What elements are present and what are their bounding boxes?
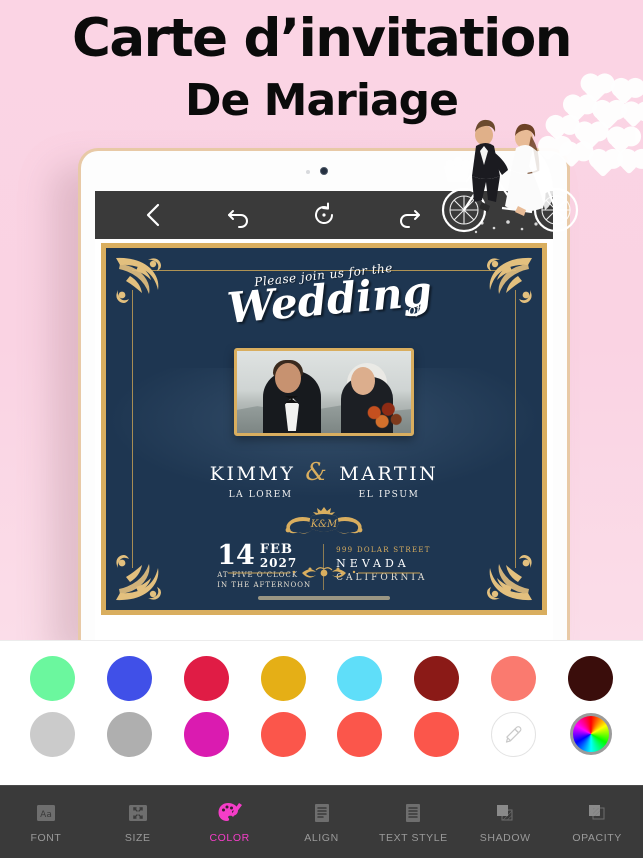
redo-arrow-icon[interactable]: [394, 200, 424, 230]
shadow-squares-icon: [492, 800, 518, 826]
photo-bouquet: [361, 399, 405, 433]
color-swatch-mint-green[interactable]: [29, 655, 75, 701]
color-palette-panel[interactable]: [0, 640, 643, 785]
tab-text-style-label: TEXT STYLE: [378, 832, 448, 844]
event-day[interactable]: 14: [217, 542, 255, 569]
color-swatch-crimson[interactable]: [183, 655, 229, 701]
tab-shadow[interactable]: SHADOW: [459, 800, 551, 844]
tab-opacity-label: OPACITY: [572, 832, 622, 844]
svg-text:K&M: K&M: [310, 519, 338, 530]
of-text[interactable]: of: [408, 302, 422, 318]
undo-arrow-icon[interactable]: [224, 200, 254, 230]
editor-tabbar[interactable]: Aa FONT SIZE COLOR ALIGN TEXT STYLE SHAD…: [0, 785, 643, 858]
ampersand: &: [305, 458, 330, 486]
tab-align-label: ALIGN: [304, 832, 339, 844]
app-root: Carte d’invitation De Mariage Please joi…: [0, 0, 643, 858]
card-left-rule: [132, 290, 133, 568]
color-swatch-coral-3[interactable]: [414, 711, 460, 757]
groom-subname[interactable]: EL IPSUM: [359, 490, 420, 500]
card-right-rule: [515, 290, 516, 568]
card-bottom-bar: [258, 596, 390, 600]
palette-icon: [217, 800, 243, 826]
color-swatch-magenta[interactable]: [183, 711, 229, 757]
couple-on-bicycle-icon: [432, 108, 592, 238]
groom-name[interactable]: MARTIN: [339, 463, 438, 485]
color-swatch-gray[interactable]: [106, 711, 152, 757]
tab-opacity[interactable]: OPACITY: [551, 800, 643, 844]
align-lines-icon: [310, 800, 334, 826]
tab-font-label: FONT: [30, 832, 62, 844]
eyedropper-icon[interactable]: [491, 711, 537, 757]
color-wheel-icon[interactable]: [569, 713, 612, 755]
color-swatch-gold[interactable]: [260, 655, 306, 701]
tablet-screen: Please join us for the Weddingof KIMMY &…: [95, 191, 553, 640]
names-row[interactable]: KIMMY & MARTIN: [106, 458, 542, 486]
camera-sensor: [306, 170, 310, 174]
svg-text:Aa: Aa: [40, 810, 52, 820]
event-month[interactable]: FEB: [260, 543, 297, 556]
tab-align[interactable]: ALIGN: [276, 800, 368, 844]
tab-text-style[interactable]: TEXT STYLE: [367, 800, 459, 844]
color-swatch-cyan[interactable]: [337, 655, 383, 701]
bottom-ornament-divider: [224, 566, 424, 580]
canvas-area[interactable]: Please join us for the Weddingof KIMMY &…: [95, 239, 553, 615]
tab-color-label: COLOR: [209, 832, 250, 844]
promo-title-line1: Carte d’invitation: [72, 8, 572, 69]
swatch-row-2: [0, 703, 643, 765]
color-swatch-royal-blue[interactable]: [106, 655, 152, 701]
font-aa-icon: Aa: [34, 800, 58, 826]
color-swatch-dark-red[interactable]: [414, 655, 460, 701]
address-line1[interactable]: 999 DOLAR STREET: [336, 544, 431, 556]
photo-bride-head: [351, 367, 375, 395]
reset-circular-arrow-icon[interactable]: [309, 200, 339, 230]
tab-font[interactable]: Aa FONT: [0, 800, 92, 844]
opacity-squares-icon: [584, 800, 610, 826]
back-chevron-icon[interactable]: [139, 200, 169, 230]
color-swatch-salmon[interactable]: [491, 655, 537, 701]
color-swatch-dark-brown[interactable]: [568, 655, 614, 701]
color-swatch-coral-1[interactable]: [260, 711, 306, 757]
invitation-card[interactable]: Please join us for the Weddingof KIMMY &…: [101, 243, 547, 615]
subnames-row: LA LOREM EL IPSUM: [106, 490, 542, 500]
color-swatch-light-gray[interactable]: [29, 711, 75, 757]
photo-groom-head: [275, 363, 301, 393]
bride-name[interactable]: KIMMY: [210, 463, 296, 485]
tab-color[interactable]: COLOR: [184, 800, 276, 844]
resize-arrows-icon: [126, 800, 150, 826]
event-time-line2[interactable]: IN THE AFTERNOON: [217, 580, 311, 590]
text-style-icon: [401, 800, 425, 826]
camera-icon: [320, 167, 328, 175]
monogram-crest-icon: K&M: [278, 506, 370, 536]
swatch-row-1: [0, 641, 643, 703]
tab-size[interactable]: SIZE: [92, 800, 184, 844]
tab-shadow-label: SHADOW: [479, 832, 531, 844]
color-swatch-coral-2[interactable]: [337, 711, 383, 757]
couple-photo[interactable]: [234, 348, 414, 436]
tab-size-label: SIZE: [124, 832, 151, 844]
names-block[interactable]: KIMMY & MARTIN LA LOREM EL IPSUM: [106, 458, 542, 500]
bride-subname[interactable]: LA LOREM: [229, 490, 293, 500]
card-heading-block[interactable]: Please join us for the Weddingof: [106, 248, 542, 333]
